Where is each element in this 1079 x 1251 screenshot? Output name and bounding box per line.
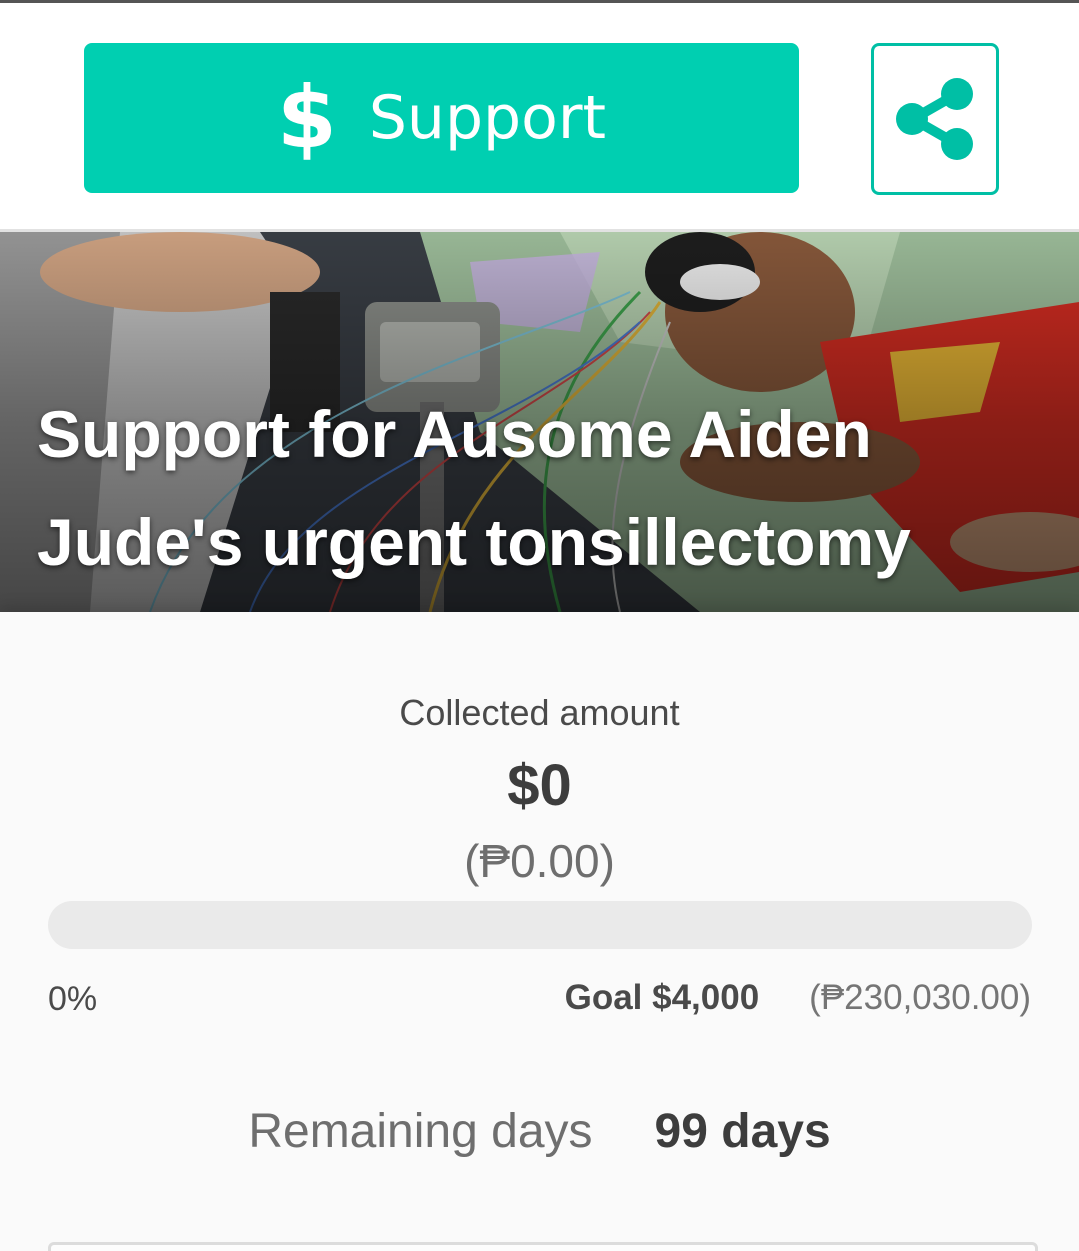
collected-amount-php: (₱0.00) <box>464 835 615 887</box>
support-button[interactable]: $ Support <box>84 43 799 193</box>
remaining-days-label: Remaining days <box>248 1105 593 1158</box>
share-button[interactable] <box>871 43 999 195</box>
next-section-card <box>48 1242 1038 1251</box>
goal-php: (₱230,030.00) <box>809 978 1031 1017</box>
campaign-cover: Support for Ausome Aiden Jude's urgent t… <box>0 232 1079 612</box>
collected-amount-label: Collected amount <box>399 692 680 733</box>
action-bar: $ Support <box>0 3 1079 232</box>
support-button-label: Support <box>368 83 607 153</box>
dollar-icon: $ <box>276 68 337 168</box>
share-icon <box>896 78 973 160</box>
remaining-days-row: Remaining days 99 days <box>0 1104 1079 1159</box>
remaining-days-value: 99 days <box>654 1105 831 1158</box>
campaign-title: Support for Ausome Aiden Jude's urgent t… <box>37 397 911 579</box>
goal-usd: Goal $4,000 <box>564 978 760 1017</box>
progress-percent: 0% <box>48 980 98 1018</box>
funding-card: Collected amount $0 (₱0.00) 0% Goal $4,0… <box>0 612 1079 1251</box>
campaign-page: $ Support Support for Ausome Aiden Jude'… <box>0 0 1079 1251</box>
funding-progress-bar <box>48 901 1032 949</box>
collected-amount-usd: $0 <box>507 753 572 818</box>
goal-row: Goal $4,000 (₱230,030.00) <box>565 978 1031 1018</box>
